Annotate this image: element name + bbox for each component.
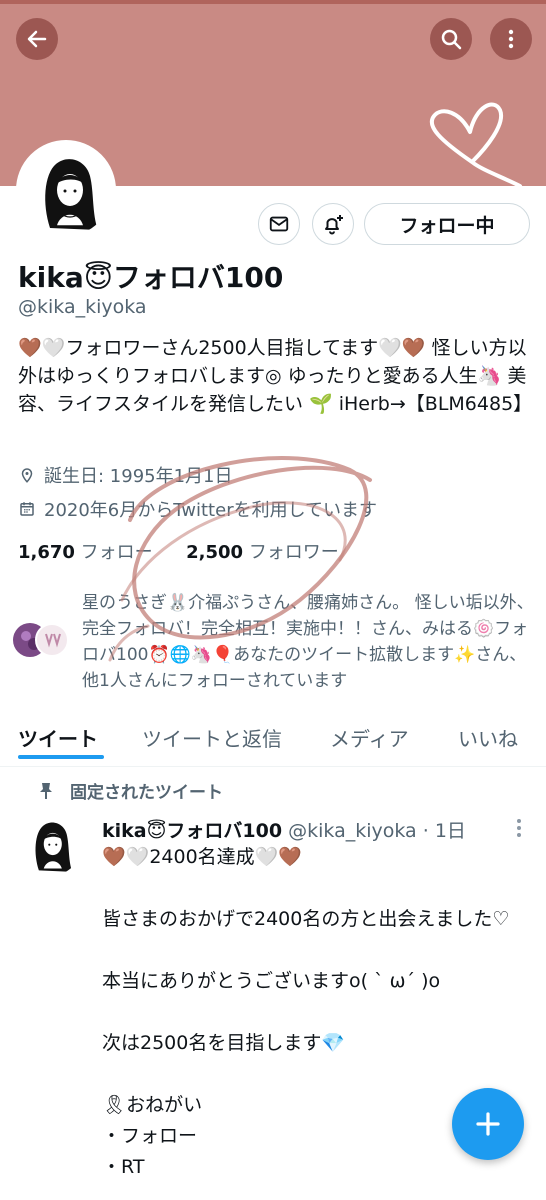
mail-icon: [269, 216, 289, 232]
birthday-row: 誕生日: 1995年1月1日: [18, 462, 233, 488]
profile-bio: 🤎🤍フォロワーさん2500人目指してます🤍🤎 怪しい方以外はゆっくりフォロバしま…: [18, 337, 533, 415]
following-link[interactable]: 1,670 フォロー: [18, 542, 153, 563]
tweet-author-handle[interactable]: @kika_kiyoka: [288, 820, 417, 842]
followers-link[interactable]: 2,500 フォロワー: [186, 542, 339, 563]
location-pin-icon: [21, 468, 33, 483]
mutual-followers-avatars[interactable]: [12, 620, 74, 660]
tab-media[interactable]: メディア: [330, 708, 409, 766]
pinned-label: 固定されたツイート: [70, 783, 223, 803]
tweet-avatar-illustration: [18, 812, 82, 876]
follow-counts: 1,670 フォロー 2,500 フォロワー: [18, 538, 339, 564]
pinned-tweet-header: 固定されたツイート: [40, 778, 223, 803]
pin-icon: [40, 782, 52, 799]
message-button[interactable]: [258, 203, 300, 245]
tab-likes[interactable]: いいね: [458, 708, 518, 766]
joined-row: 2020年6月からTwitterを利用しています: [18, 496, 377, 522]
followers-count: 2,500: [186, 542, 244, 563]
back-button[interactable]: [16, 18, 58, 60]
followers-label: フォロワー: [248, 542, 339, 563]
tab-tweets-and-replies[interactable]: ツイートと返信: [142, 708, 282, 766]
mutual-avatar-images: [13, 623, 69, 657]
arrow-left-icon: [27, 30, 47, 48]
notify-button[interactable]: [312, 203, 354, 245]
following-label: フォロー: [80, 542, 153, 563]
birthday-text: 誕生日: 1995年1月1日: [44, 466, 233, 487]
heart-doodle: [429, 102, 522, 188]
more-button[interactable]: [490, 18, 532, 60]
search-button[interactable]: [430, 18, 472, 60]
avatar-illustration: [20, 144, 112, 236]
user-handle: @kika_kiyoka: [18, 296, 147, 318]
search-icon: [441, 29, 462, 50]
plus-icon: [476, 1112, 500, 1136]
compose-tweet-button[interactable]: [452, 1088, 524, 1160]
tweet-author-name[interactable]: kika😇フォロバ100: [102, 820, 282, 842]
tweet-header: kika😇フォロバ100 @kika_kiyoka · 1日: [102, 816, 466, 843]
calendar-icon: [20, 502, 34, 516]
active-tab-indicator: [18, 755, 104, 759]
joined-text: 2020年6月からTwitterを利用しています: [44, 500, 378, 521]
tweet-author-avatar[interactable]: [18, 812, 82, 876]
followers-you-know-text[interactable]: 星のうさぎ🐰介福ぷうさん、腰痛姉さん。 怪しい垢以外、完全フォロバ！完全相互！実…: [82, 590, 534, 694]
tweet-more-icon[interactable]: [512, 816, 526, 840]
following-count: 1,670: [18, 542, 75, 563]
following-button[interactable]: フォロー中: [364, 203, 530, 245]
display-name: kika😇フォロバ100: [18, 261, 284, 294]
bell-plus-icon: [325, 215, 343, 235]
status-strip: [0, 0, 546, 4]
more-vertical-icon: [508, 29, 514, 49]
profile-avatar[interactable]: [16, 140, 116, 240]
tweet-time[interactable]: · 1日: [423, 820, 466, 842]
